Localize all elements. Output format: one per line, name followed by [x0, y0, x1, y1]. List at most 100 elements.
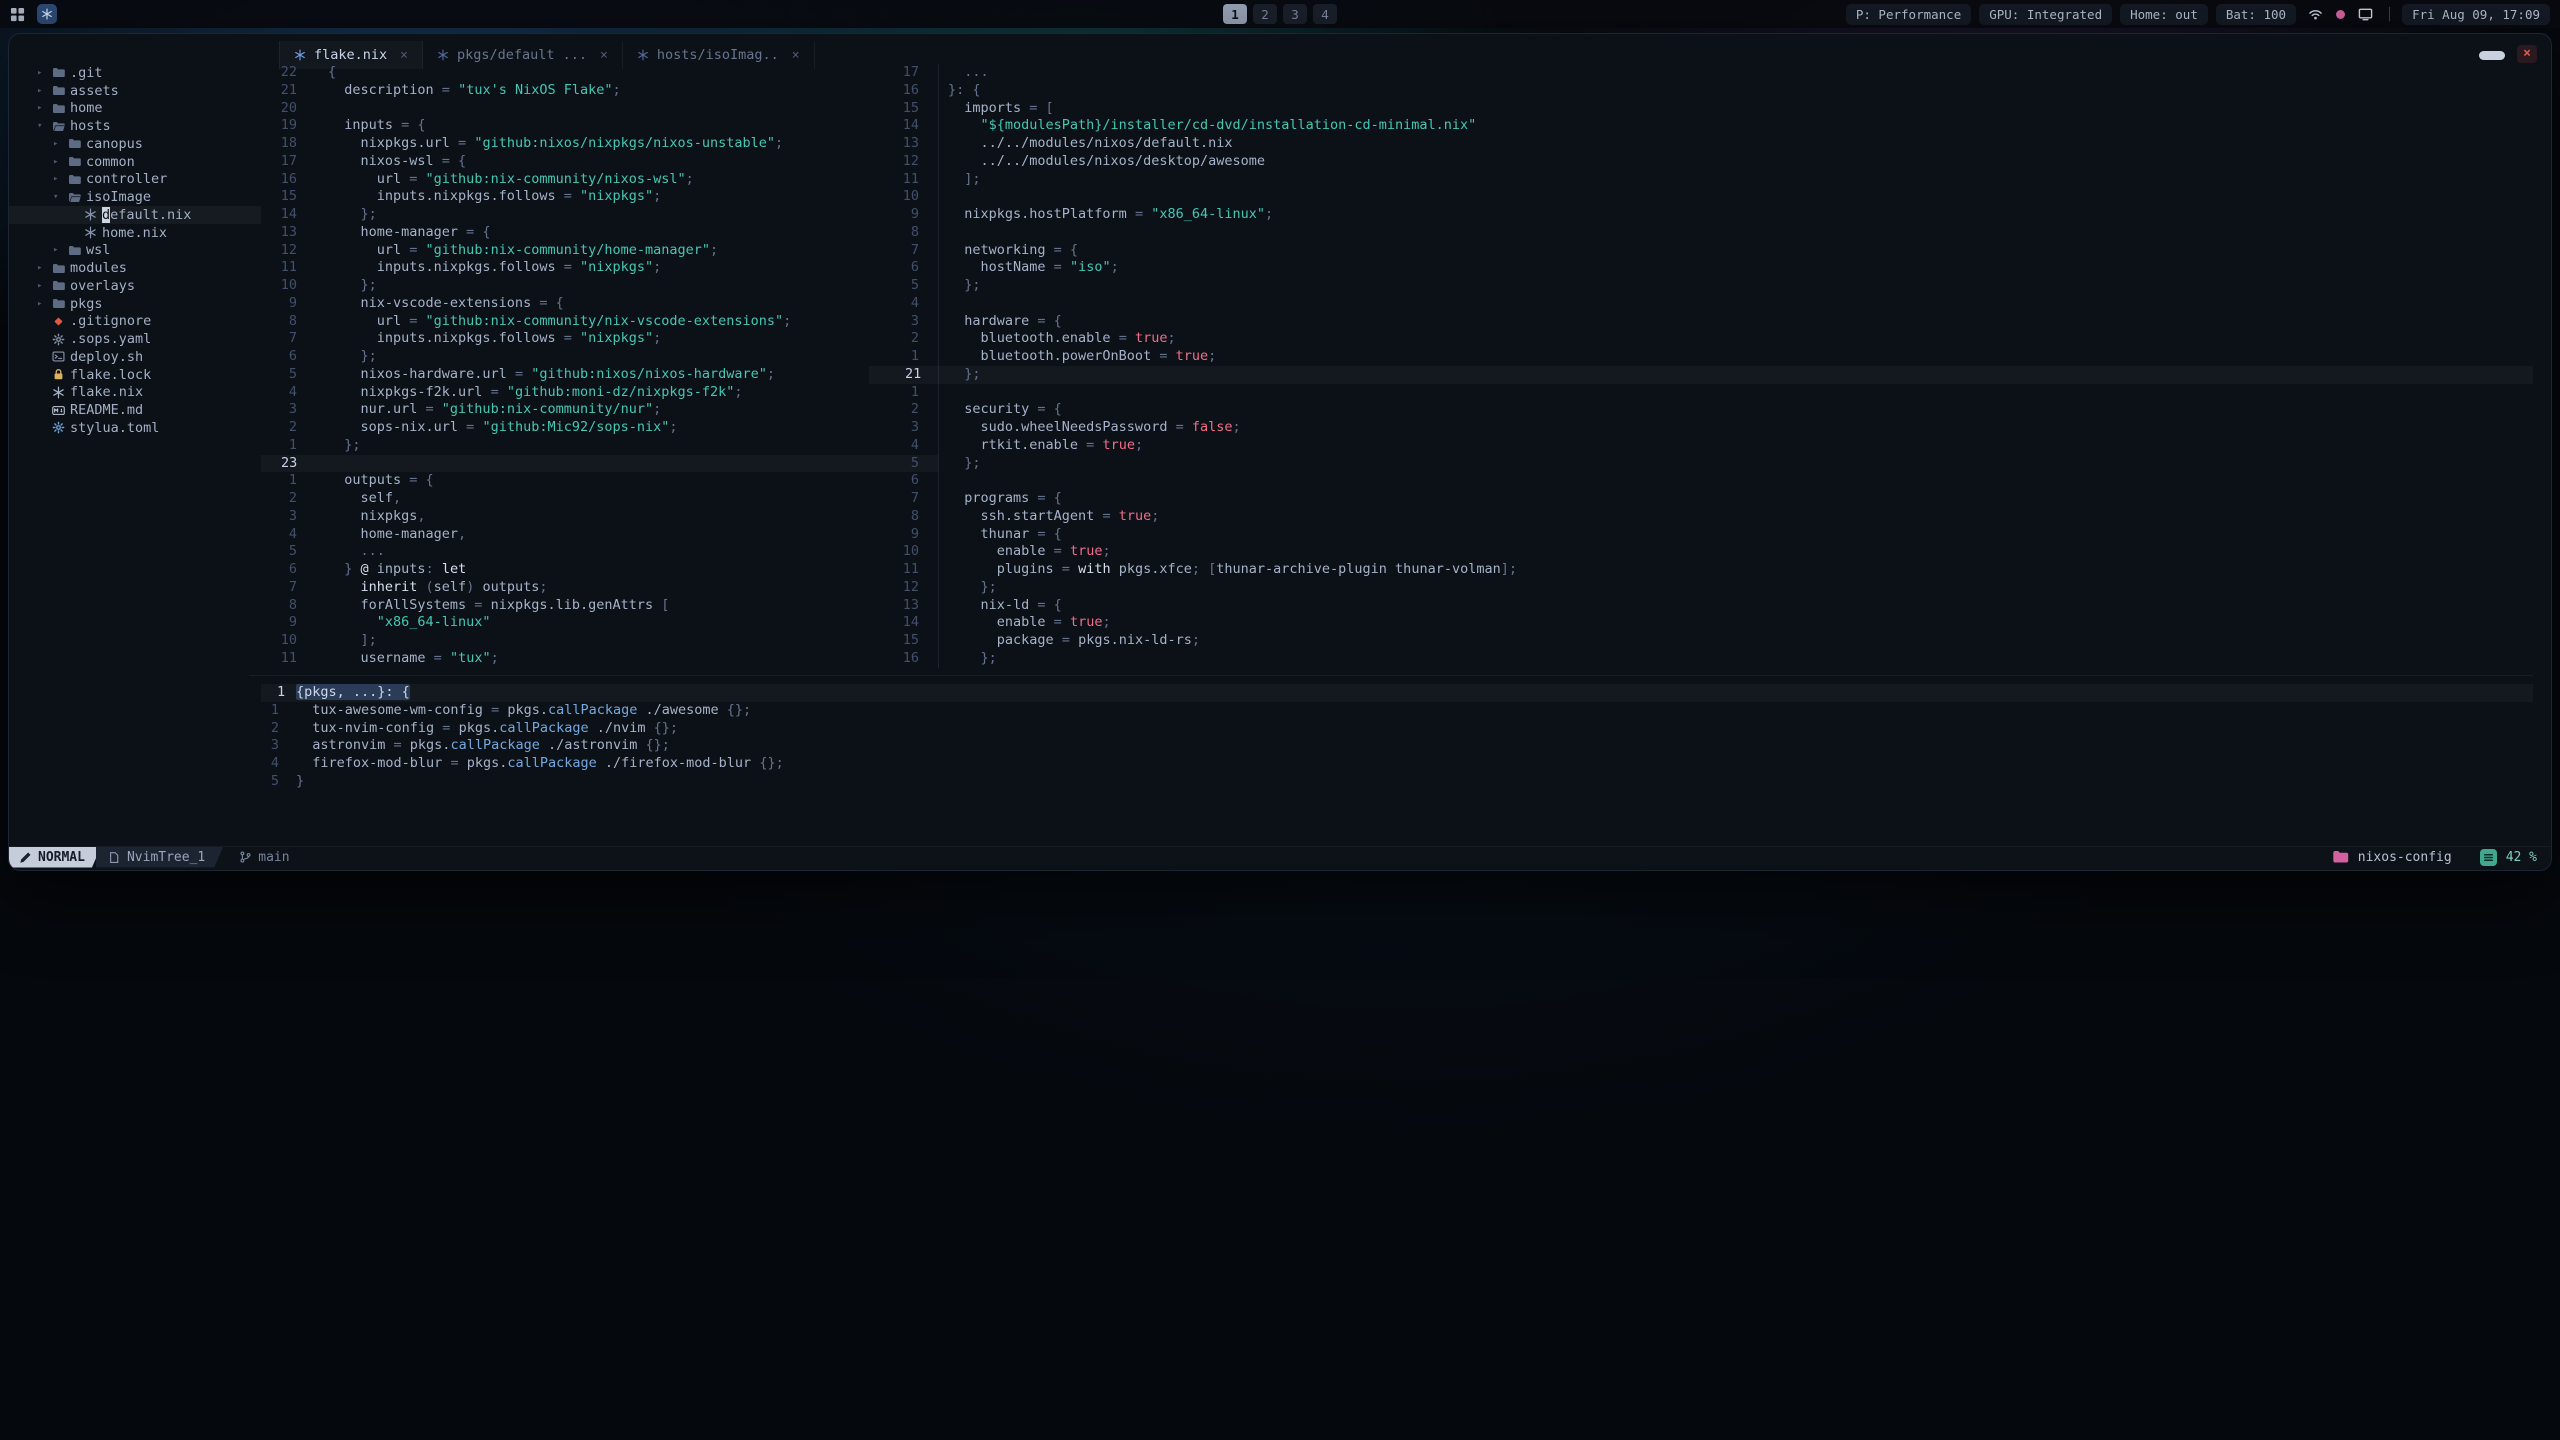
code-line[interactable]: 4 nixpkgs-f2k.url = "github:moni-dz/nixp…	[261, 384, 938, 402]
chevron-down-icon[interactable]: ▾	[37, 121, 52, 131]
code-line[interactable]: 1 outputs = {	[261, 472, 938, 490]
nix-logo-icon[interactable]	[37, 4, 57, 24]
tree-item-wsl[interactable]: ▸ wsl	[9, 242, 261, 260]
chevron-right-icon[interactable]: ▸	[53, 157, 68, 167]
editor-pane-flake-nix[interactable]: 22{21 description = "tux's NixOS Flake";…	[261, 64, 938, 668]
code-line[interactable]: 9 thunar = {	[869, 526, 2533, 544]
chevron-right-icon[interactable]: ▸	[37, 299, 52, 309]
code-line[interactable]: 14 enable = true;	[869, 614, 2533, 632]
chevron-right-icon[interactable]: ▸	[53, 174, 68, 184]
code-line[interactable]: 3 nur.url = "github:nix-community/nur";	[261, 401, 938, 419]
chevron-right-icon[interactable]: ▸	[37, 263, 52, 273]
tree-item-pkgs[interactable]: ▸ pkgs	[9, 295, 261, 313]
code-line[interactable]: 8 forAllSystems = nixpkgs.lib.genAttrs [	[261, 597, 938, 615]
git-branch[interactable]: main	[239, 850, 290, 865]
code-line[interactable]: 23	[261, 455, 938, 473]
code-line[interactable]: 16}: {	[869, 82, 2533, 100]
tree-item-controller[interactable]: ▸ controller	[9, 171, 261, 189]
code-line[interactable]: 8 url = "github:nix-community/nix-vscode…	[261, 313, 938, 331]
code-line[interactable]: 10	[869, 188, 2533, 206]
code-line[interactable]: 11 username = "tux";	[261, 650, 938, 668]
code-line[interactable]: 6 };	[261, 348, 938, 366]
code-line[interactable]: 17 ...	[869, 64, 2533, 82]
tree-item-modules[interactable]: ▸ modules	[9, 259, 261, 277]
code-line[interactable]: 4 rtkit.enable = true;	[869, 437, 2533, 455]
code-line[interactable]: 2 tux-nvim-config = pkgs.callPackage ./n…	[261, 720, 2533, 738]
code-line[interactable]: 9 nix-vscode-extensions = {	[261, 295, 938, 313]
chevron-right-icon[interactable]: ▸	[37, 86, 52, 96]
apps-grid-icon[interactable]	[10, 7, 25, 22]
window-horizontal-separator[interactable]	[249, 675, 2533, 676]
tree-item--gitignore[interactable]: .gitignore	[9, 313, 261, 331]
code-line[interactable]: 22 {	[261, 64, 938, 82]
wifi-icon[interactable]	[2308, 7, 2323, 22]
code-line[interactable]: 21 };	[869, 366, 2533, 384]
chevron-right-icon[interactable]: ▸	[53, 245, 68, 255]
code-line[interactable]: 7 networking = {	[869, 242, 2533, 260]
code-line[interactable]: 20	[261, 100, 938, 118]
tree-item-flake-lock[interactable]: flake.lock	[9, 366, 261, 384]
code-line[interactable]: 7 inputs.nixpkgs.follows = "nixpkgs";	[261, 330, 938, 348]
workspace-button-4[interactable]: 4	[1313, 4, 1337, 24]
workspace-button-2[interactable]: 2	[1253, 4, 1277, 24]
code-line[interactable]: 3 hardware = {	[869, 313, 2533, 331]
hue-icon[interactable]	[2334, 8, 2347, 21]
code-line[interactable]: 4	[869, 295, 2533, 313]
code-line[interactable]: 2 sops-nix.url = "github:Mic92/sops-nix"…	[261, 419, 938, 437]
code-line[interactable]: 7 inherit (self) outputs;	[261, 579, 938, 597]
buffer-chip[interactable]: NvimTree_1	[96, 847, 223, 868]
code-line[interactable]: 1 };	[261, 437, 938, 455]
code-line[interactable]: 21 description = "tux's NixOS Flake";	[261, 82, 938, 100]
minimize-pill-button[interactable]	[2479, 51, 2505, 60]
code-line[interactable]: 12 url = "github:nix-community/home-mana…	[261, 242, 938, 260]
code-line[interactable]: 16 url = "github:nix-community/nixos-wsl…	[261, 171, 938, 189]
code-line[interactable]: 1 tux-awesome-wm-config = pkgs.callPacka…	[261, 702, 2533, 720]
code-line[interactable]: 4 home-manager,	[261, 526, 938, 544]
code-line[interactable]: 11 inputs.nixpkgs.follows = "nixpkgs";	[261, 259, 938, 277]
code-line[interactable]: 13 nix-ld = {	[869, 597, 2533, 615]
workspace-button-3[interactable]: 3	[1283, 4, 1307, 24]
code-line[interactable]: 5 ...	[261, 543, 938, 561]
chevron-right-icon[interactable]: ▸	[37, 281, 52, 291]
code-line[interactable]: 11 plugins = with pkgs.xfce; [thunar-arc…	[869, 561, 2533, 579]
code-line[interactable]: 1 bluetooth.powerOnBoot = true;	[869, 348, 2533, 366]
code-line[interactable]: 2 self,	[261, 490, 938, 508]
tree-item-isoImage[interactable]: ▾ isoImage	[9, 188, 261, 206]
code-line[interactable]: 7 programs = {	[869, 490, 2533, 508]
code-line[interactable]: 15 inputs.nixpkgs.follows = "nixpkgs";	[261, 188, 938, 206]
tab-close-icon[interactable]: ×	[600, 48, 608, 63]
code-line[interactable]: 12 ../../modules/nixos/desktop/awesome	[869, 153, 2533, 171]
chevron-right-icon[interactable]: ▸	[37, 68, 52, 78]
editor-pane-iso-default-nix[interactable]: 17 ... 16}: {15 imports = [14 "${modulesP…	[869, 64, 2533, 668]
code-line[interactable]: 16 };	[869, 650, 2533, 668]
code-line[interactable]: 1	[869, 384, 2533, 402]
code-line[interactable]: 3 sudo.wheelNeedsPassword = false;	[869, 419, 2533, 437]
code-line[interactable]: 17 nixos-wsl = {	[261, 153, 938, 171]
code-line[interactable]: 10 enable = true;	[869, 543, 2533, 561]
code-line[interactable]: 4 firefox-mod-blur = pkgs.callPackage ./…	[261, 755, 2533, 773]
tree-item-default-nix[interactable]: default.nix	[9, 206, 261, 224]
code-line[interactable]: 8 ssh.startAgent = true;	[869, 508, 2533, 526]
code-line[interactable]: 6 hostName = "iso";	[869, 259, 2533, 277]
code-line[interactable]: 5 };	[869, 455, 2533, 473]
tree-item-flake-nix[interactable]: flake.nix	[9, 384, 261, 402]
tree-item-canopus[interactable]: ▸ canopus	[9, 135, 261, 153]
chevron-right-icon[interactable]: ▸	[53, 139, 68, 149]
code-line[interactable]: 9 "x86_64-linux"	[261, 614, 938, 632]
tree-item-home[interactable]: ▸ home	[9, 100, 261, 118]
tree-item-assets[interactable]: ▸ assets	[9, 82, 261, 100]
tree-item-common[interactable]: ▸ common	[9, 153, 261, 171]
code-line[interactable]: 3 astronvim = pkgs.callPackage ./astronv…	[261, 737, 2533, 755]
tree-item--sops-yaml[interactable]: .sops.yaml	[9, 330, 261, 348]
code-line[interactable]: 14 };	[261, 206, 938, 224]
tab-close-icon[interactable]: ×	[400, 48, 408, 63]
tree-item-home-nix[interactable]: home.nix	[9, 224, 261, 242]
code-line[interactable]: 12 };	[869, 579, 2533, 597]
code-line[interactable]: 10 };	[261, 277, 938, 295]
chevron-right-icon[interactable]: ▸	[37, 103, 52, 113]
close-window-button[interactable]: ×	[2517, 45, 2537, 63]
display-icon[interactable]	[2358, 7, 2373, 22]
code-line[interactable]: 5}	[261, 773, 2533, 791]
code-line[interactable]: 1 {pkgs, ...}: {	[261, 684, 2533, 702]
code-line[interactable]: 15 imports = [	[869, 100, 2533, 118]
